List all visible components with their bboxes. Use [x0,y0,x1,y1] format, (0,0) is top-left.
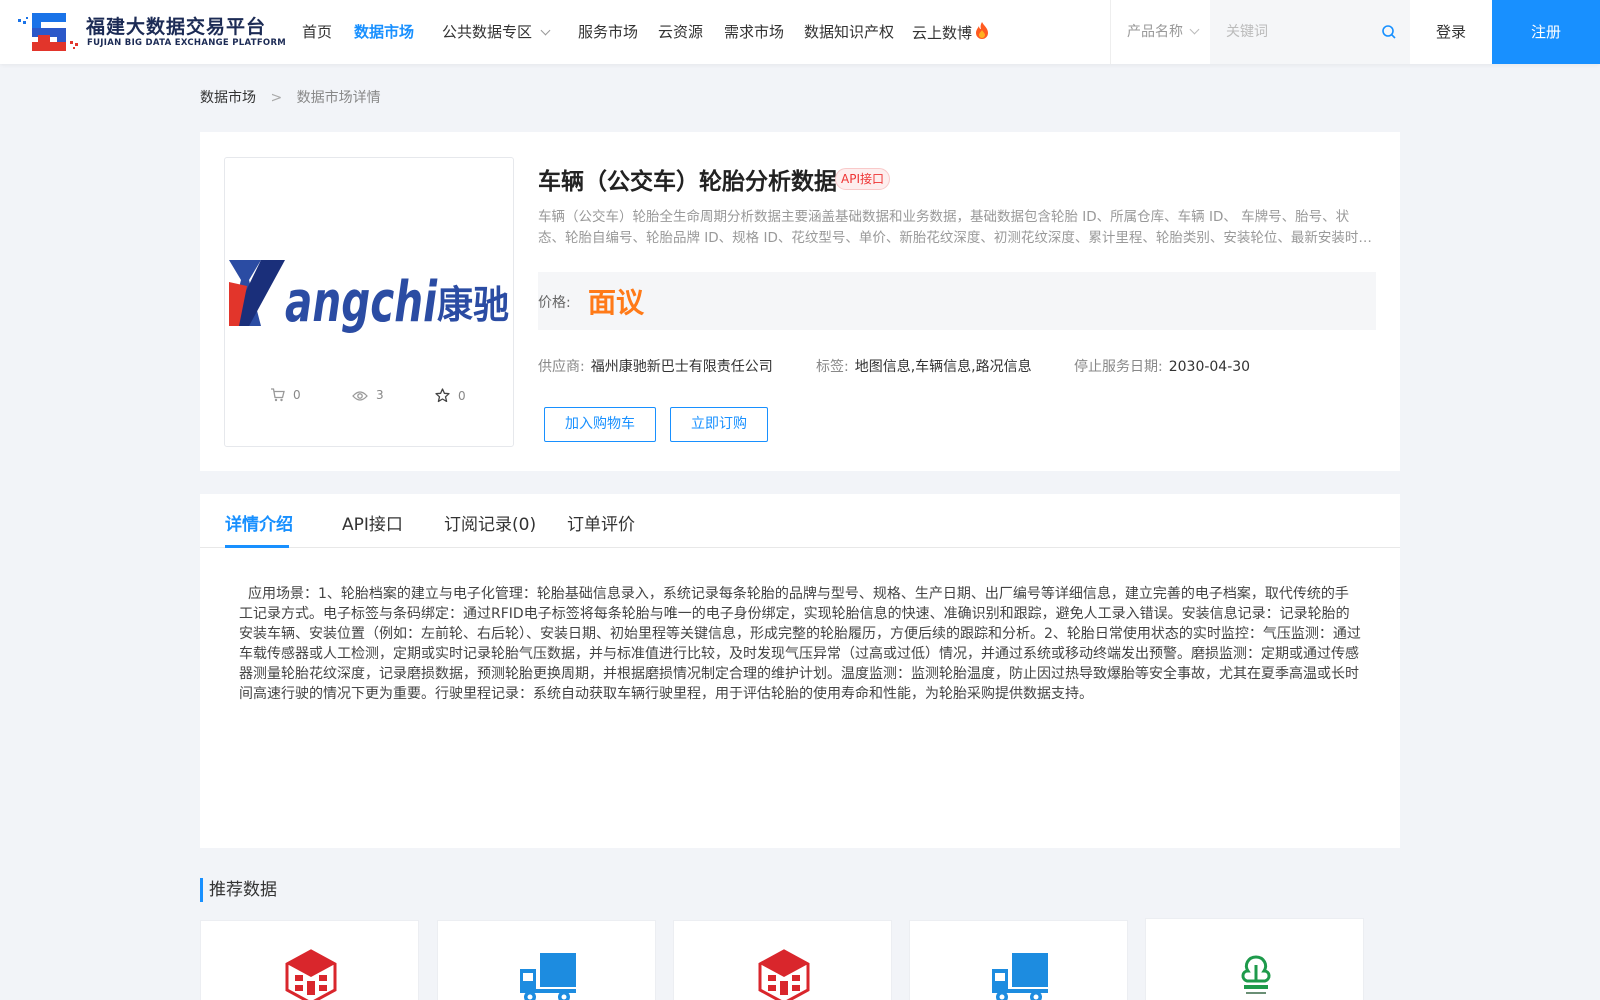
logo-english-text: FUJIAN BIG DATA EXCHANGE PLATFORM [87,38,287,48]
product-description: 车辆（公交车）轮胎全生命周期分析数据主要涵盖基础数据和业务数据，基础数据包含轮胎… [538,209,1372,246]
nav-cloud-resources[interactable]: 云资源 [658,21,703,42]
recommend-card[interactable] [1145,918,1364,1000]
details-panel: 详情介绍 API接口 订阅记录(0) 订单评价 应用场景：1、轮胎档案的建立与电… [200,494,1400,848]
logo-mark-icon [18,13,78,51]
logo-chinese-text: 福建大数据交易平台 [86,16,267,38]
subscribe-now-button[interactable]: 立即订购 [670,407,768,442]
view-count-stat: 3 [352,388,384,402]
product-title: 车辆（公交车）轮胎分析数据 [538,169,837,195]
cart-count: 0 [293,388,301,402]
search-type-value: 产品名称 [1127,24,1183,40]
active-tab-indicator [225,545,289,548]
platform-logo[interactable]: 福建大数据交易平台 FUJIAN BIG DATA EXCHANGE PLATF… [16,9,286,55]
nav-data-ip[interactable]: 数据知识产权 [804,21,894,42]
breadcrumb: 数据市场 > 数据市场详情 [200,87,381,107]
fire-icon [976,22,989,39]
star-icon [435,388,450,403]
blue-truck-icon [992,953,1048,1000]
tab-details[interactable]: 详情介绍 [225,510,293,535]
nav-cloud-expo[interactable]: 云上数博 [912,21,990,43]
product-thumbnail: angchi 康驰 0 3 0 [224,157,514,447]
detail-description: 应用场景：1、轮胎档案的建立与电子化管理：轮胎基础信息录入，系统记录每条轮胎的品… [239,586,1361,702]
blue-truck-icon [520,953,576,1000]
recommend-card[interactable] [437,920,656,1000]
recommend-section-title: 推荐数据 [200,878,277,902]
tags-info: 标签: 地图信息,车辆信息,路况信息 [816,356,1032,376]
chevron-down-icon [540,25,551,36]
tags-value: 地图信息,车辆信息,路况信息 [854,359,1032,375]
tab-api[interactable]: API接口 [342,510,403,535]
api-badge: API接口 [835,168,890,190]
nav-cloud-expo-label: 云上数博 [912,24,973,42]
stop-date-value: 2030-04-30 [1168,359,1251,375]
nav-public-data-zone[interactable]: 公共数据专区 [442,21,551,42]
favorite-count: 0 [458,389,466,403]
add-to-cart-button[interactable]: 加入购物车 [544,407,656,442]
chevron-down-icon [1189,24,1200,35]
view-count: 3 [376,388,384,402]
nav-demand-market[interactable]: 需求市场 [724,21,784,42]
nav-service-market[interactable]: 服务市场 [578,21,638,42]
recommend-card[interactable] [200,920,419,1000]
register-button[interactable]: 注册 [1492,0,1600,64]
svg-text:康驰: 康驰 [437,283,509,327]
tab-bar: 详情介绍 API接口 订阅记录(0) 订单评价 [200,494,1400,548]
svg-text:angchi: angchi [285,270,438,335]
stop-date-label: 停止服务日期: [1074,359,1163,375]
search-area: 产品名称 [1110,0,1410,64]
product-card: angchi 康驰 0 3 0 车辆（公交车）轮胎分析数据 API接口 车辆（公… [200,132,1400,471]
price-label: 价格: [538,295,571,311]
breadcrumb-data-market[interactable]: 数据市场 [200,90,256,106]
nav-public-data-zone-label: 公共数据专区 [442,23,533,41]
eye-icon [352,391,368,401]
stop-date-info: 停止服务日期: 2030-04-30 [1074,356,1250,376]
search-icon[interactable] [1381,24,1397,40]
cart-count-stat: 0 [270,388,301,402]
top-header: 福建大数据交易平台 FUJIAN BIG DATA EXCHANGE PLATF… [0,0,1600,64]
kangchi-logo-icon: angchi 康驰 [229,260,509,335]
recommend-card[interactable] [673,920,892,1000]
search-input[interactable] [1210,0,1380,64]
supplier-value: 福州康驰新巴士有限责任公司 [590,359,773,375]
supplier-label: 供应商: [538,359,585,375]
supplier-info: 供应商: 福州康驰新巴士有限责任公司 [538,356,773,376]
nav-data-market[interactable]: 数据市场 [354,21,414,42]
favorite-count-stat[interactable]: 0 [435,388,466,403]
red-cube-icon [285,949,337,1000]
tab-order-reviews[interactable]: 订单评价 [567,510,635,535]
login-button[interactable]: 登录 [1410,0,1492,64]
breadcrumb-separator: > [270,90,283,106]
search-type-select[interactable]: 产品名称 [1127,21,1200,41]
breadcrumb-current: 数据市场详情 [296,90,381,106]
tags-label: 标签: [816,359,849,375]
product-stats: 0 3 0 [225,388,513,408]
green-metro-logo-icon [1241,955,1271,994]
search-box [1210,0,1410,64]
price-value: 面议 [588,286,645,319]
red-cube-icon [758,949,810,1000]
price-box: 价格: 面议 [538,272,1376,330]
recommend-card[interactable] [909,920,1128,1000]
cart-icon [271,388,285,402]
nav-home[interactable]: 首页 [302,21,332,42]
tab-subscription-records[interactable]: 订阅记录(0) [444,510,536,535]
